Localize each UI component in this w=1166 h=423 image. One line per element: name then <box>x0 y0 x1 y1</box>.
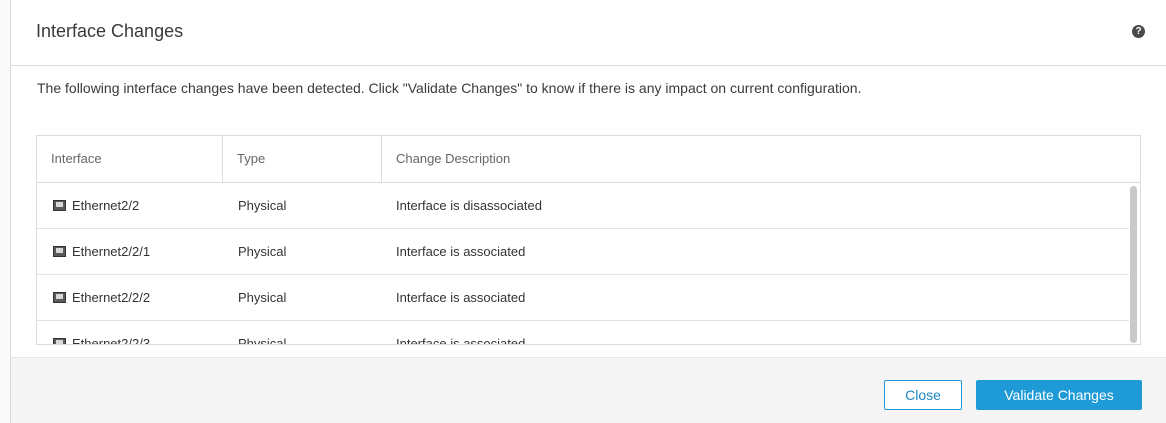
interface-cell: Ethernet2/2 <box>53 183 139 228</box>
dialog-title: Interface Changes <box>36 21 184 41</box>
validate-changes-button[interactable]: Validate Changes <box>976 380 1142 410</box>
interface-name: Ethernet2/2/1 <box>72 244 151 259</box>
interface-name: Ethernet2/2/2 <box>72 290 151 305</box>
dialog-header: Interface Changes ? <box>11 0 1166 66</box>
type-cell: Physical <box>238 198 287 213</box>
help-icon[interactable]: ? <box>1132 25 1145 38</box>
interface-changes-table: Interface Type Change Description Ethern… <box>36 135 1141 345</box>
table-row[interactable]: Ethernet2/2/3 Physical Interface is asso… <box>37 321 1129 345</box>
table-row[interactable]: Ethernet2/2/2 Physical Interface is asso… <box>37 275 1129 321</box>
intro-text: The following interface changes have bee… <box>37 80 862 96</box>
table-header: Interface Type Change Description <box>37 136 1140 183</box>
description-cell: Interface is associated <box>396 244 526 259</box>
description-cell: Interface is associated <box>396 336 526 345</box>
column-header-change-description[interactable]: Change Description <box>382 136 1140 182</box>
column-header-interface[interactable]: Interface <box>37 136 223 182</box>
interface-icon <box>53 200 66 211</box>
interface-name: Ethernet2/2 <box>72 198 140 213</box>
interface-icon <box>53 292 66 303</box>
description-cell: Interface is disassociated <box>396 198 542 213</box>
close-button[interactable]: Close <box>884 380 962 410</box>
interface-cell: Ethernet2/2/1 <box>53 229 150 274</box>
table-row[interactable]: Ethernet2/2/1 Physical Interface is asso… <box>37 229 1129 275</box>
type-cell: Physical <box>238 244 287 259</box>
table-scrollbar[interactable] <box>1130 186 1137 343</box>
type-cell: Physical <box>238 336 287 345</box>
table-body: Ethernet2/2 Physical Interface is disass… <box>37 183 1129 345</box>
interface-icon <box>53 338 66 344</box>
column-header-type[interactable]: Type <box>223 136 382 182</box>
interface-cell: Ethernet2/2/3 <box>53 321 151 345</box>
interface-cell: Ethernet2/2/2 <box>53 275 150 320</box>
interface-icon <box>53 246 66 257</box>
table-row[interactable]: Ethernet2/2 Physical Interface is disass… <box>37 183 1129 229</box>
interface-changes-dialog: Interface Changes ? The following interf… <box>10 0 1166 423</box>
description-cell: Interface is associated <box>396 290 526 305</box>
type-cell: Physical <box>238 290 287 305</box>
dialog-footer: Close Validate Changes <box>11 357 1166 423</box>
interface-name: Ethernet2/2/3 <box>72 336 151 345</box>
